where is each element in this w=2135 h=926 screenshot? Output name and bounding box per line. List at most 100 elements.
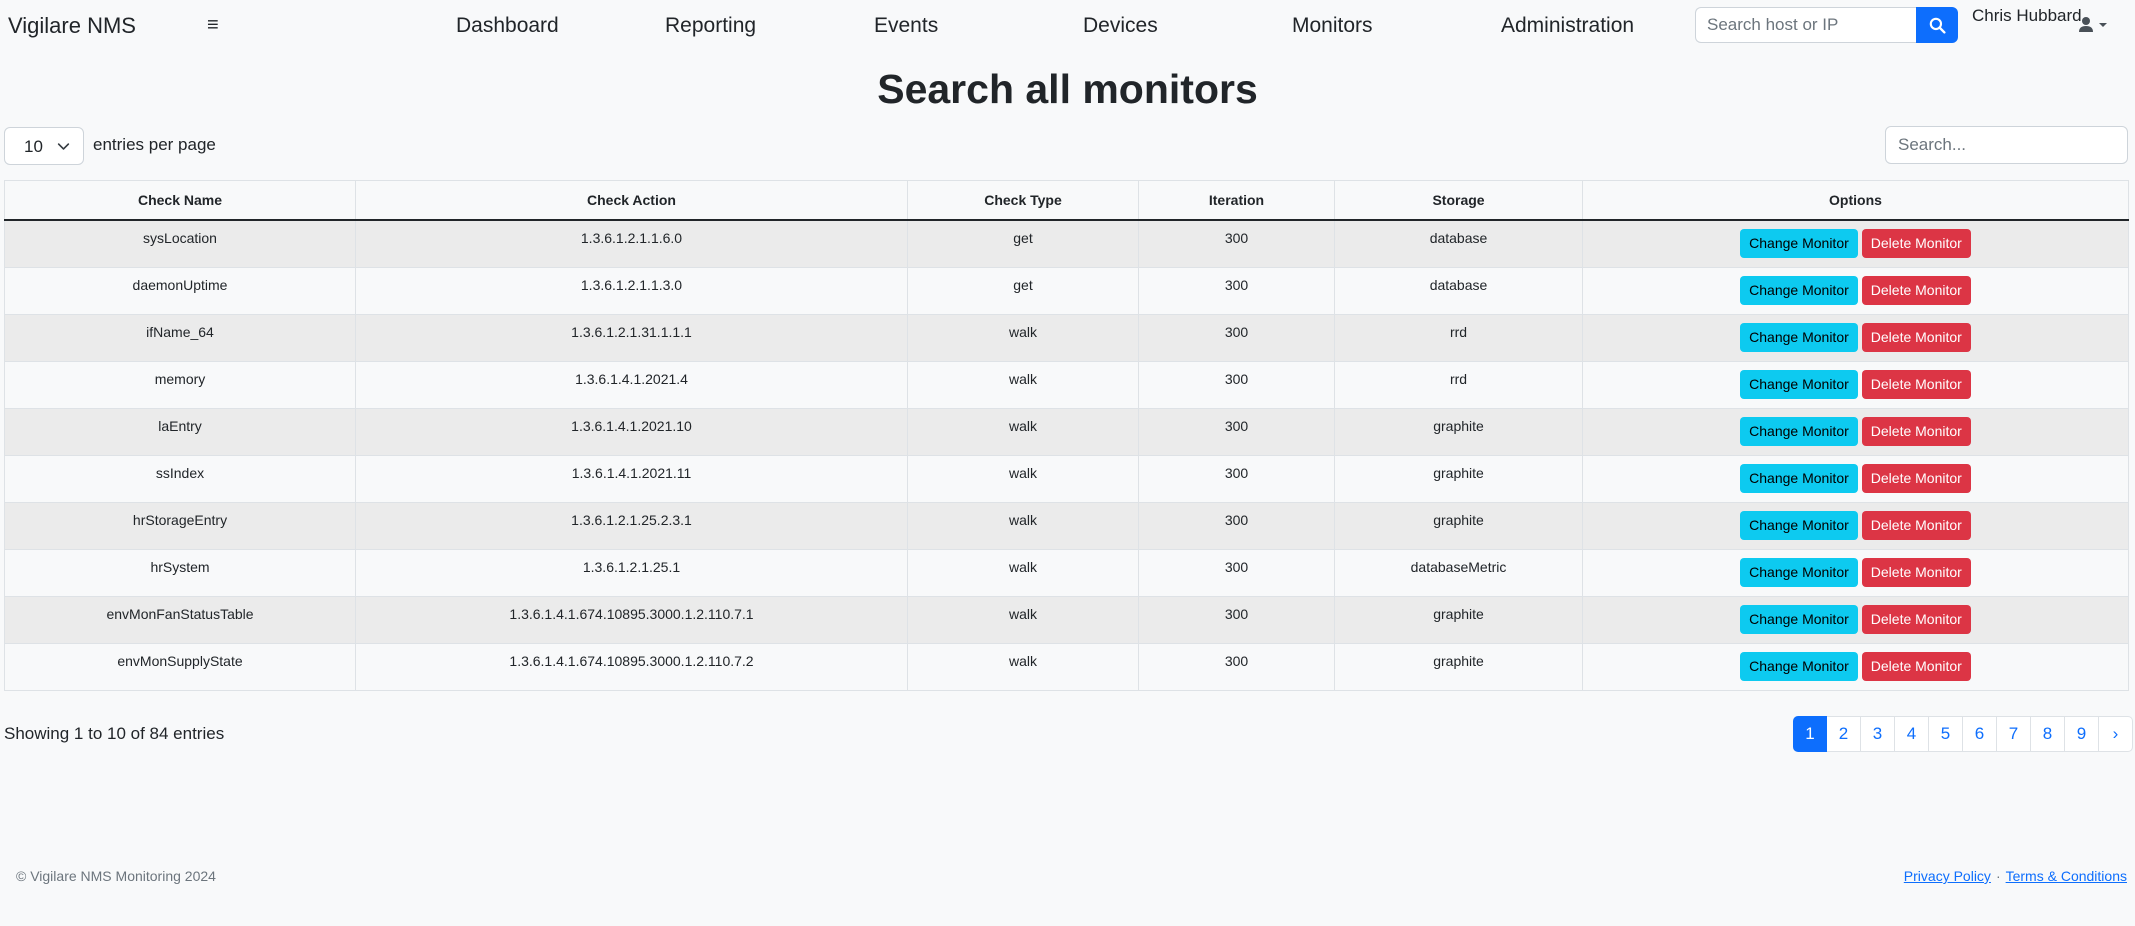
change-monitor-button[interactable]: Change Monitor — [1740, 510, 1858, 540]
column-header-check-name[interactable]: Check Name — [4, 180, 356, 221]
cell-iteration: 300 — [1138, 454, 1335, 503]
change-monitor-button[interactable]: Change Monitor — [1740, 604, 1858, 634]
cell-check-type: walk — [907, 454, 1139, 503]
cell-iteration: 300 — [1138, 548, 1335, 597]
delete-monitor-button[interactable]: Delete Monitor — [1861, 416, 1971, 446]
cell-check-action: 1.3.6.1.2.1.1.3.0 — [355, 266, 908, 315]
page-link-2[interactable]: 2 — [1827, 716, 1861, 752]
cell-options: Change Monitor Delete Monitor — [1582, 595, 2129, 644]
entries-per-page-select[interactable]: 10 — [4, 127, 84, 165]
cell-check-action: 1.3.6.1.4.1.2021.11 — [355, 454, 908, 503]
cell-check-name: hrSystem — [4, 548, 356, 597]
cell-storage: graphite — [1334, 501, 1583, 550]
cell-check-action: 1.3.6.1.2.1.25.1 — [355, 548, 908, 597]
cell-options: Change Monitor Delete Monitor — [1582, 407, 2129, 456]
delete-monitor-button[interactable]: Delete Monitor — [1861, 369, 1971, 399]
column-header-check-type[interactable]: Check Type — [907, 180, 1139, 221]
column-header-storage[interactable]: Storage — [1334, 180, 1583, 221]
cell-options: Change Monitor Delete Monitor — [1582, 266, 2129, 315]
nav-link-devices[interactable]: Devices — [1083, 14, 1158, 38]
page-link-8[interactable]: 8 — [2031, 716, 2065, 752]
cell-check-type: get — [907, 266, 1139, 315]
table-search-input[interactable] — [1885, 126, 2128, 164]
change-monitor-button[interactable]: Change Monitor — [1740, 463, 1858, 493]
terms-link[interactable]: Terms & Conditions — [2006, 868, 2127, 884]
page-next-button[interactable]: › — [2099, 716, 2133, 752]
user-menu-toggle[interactable] — [2077, 15, 2111, 37]
cell-check-name: ifName_64 — [4, 313, 356, 362]
privacy-policy-link[interactable]: Privacy Policy — [1904, 868, 1991, 884]
page-link-5[interactable]: 5 — [1929, 716, 1963, 752]
cell-iteration: 300 — [1138, 360, 1335, 409]
nav-link-monitors[interactable]: Monitors — [1292, 14, 1373, 38]
page-link-7[interactable]: 7 — [1997, 716, 2031, 752]
delete-monitor-button[interactable]: Delete Monitor — [1861, 229, 1971, 258]
cell-check-name: envMonFanStatusTable — [4, 595, 356, 644]
page-link-1[interactable]: 1 — [1793, 716, 1827, 752]
cell-options: Change Monitor Delete Monitor — [1582, 360, 2129, 409]
hamburger-icon[interactable]: ≡ — [207, 14, 219, 37]
change-monitor-button[interactable]: Change Monitor — [1740, 369, 1858, 399]
table-row: envMonSupplyState 1.3.6.1.4.1.674.10895.3… — [4, 642, 2129, 691]
column-header-options: Options — [1582, 180, 2129, 221]
brand-logo[interactable]: Vigilare NMS — [8, 13, 136, 39]
change-monitor-button[interactable]: Change Monitor — [1740, 557, 1858, 587]
table-row: hrSystem 1.3.6.1.2.1.25.1 walk 300 databaseM… — [4, 548, 2129, 597]
footer-links: Privacy Policy · Terms & Conditions — [1904, 868, 2127, 884]
cell-options: Change Monitor Delete Monitor — [1582, 642, 2129, 691]
search-icon — [1929, 17, 1946, 34]
cell-storage: graphite — [1334, 454, 1583, 503]
nav-link-events[interactable]: Events — [874, 14, 938, 38]
table-row: ifName_64 1.3.6.1.2.1.31.1.1.1 walk 300 rrd C… — [4, 313, 2129, 362]
cell-storage: database — [1334, 266, 1583, 315]
change-monitor-button[interactable]: Change Monitor — [1740, 322, 1858, 352]
delete-monitor-button[interactable]: Delete Monitor — [1861, 651, 1971, 681]
cell-check-name: sysLocation — [4, 219, 356, 268]
cell-check-name: daemonUptime — [4, 266, 356, 315]
page-title: Search all monitors — [877, 66, 1258, 112]
nav-link-administration[interactable]: Administration — [1501, 14, 1634, 38]
cell-storage: rrd — [1334, 360, 1583, 409]
table-header-row: Check Name Check Action Check Type Itera… — [4, 180, 2129, 221]
cell-check-type: get — [907, 219, 1139, 268]
cell-iteration: 300 — [1138, 501, 1335, 550]
table-row: daemonUptime 1.3.6.1.2.1.1.3.0 get 300 datab… — [4, 266, 2129, 315]
nav-link-dashboard[interactable]: Dashboard — [456, 14, 559, 38]
navbar: Vigilare NMS ≡ Dashboard Reporting Event… — [0, 0, 2135, 52]
nav-link-reporting[interactable]: Reporting — [665, 14, 756, 38]
delete-monitor-button[interactable]: Delete Monitor — [1861, 557, 1971, 587]
delete-monitor-button[interactable]: Delete Monitor — [1861, 463, 1971, 493]
page-link-6[interactable]: 6 — [1963, 716, 1997, 752]
change-monitor-button[interactable]: Change Monitor — [1740, 229, 1858, 258]
column-header-check-action[interactable]: Check Action — [355, 180, 908, 221]
host-search-button[interactable] — [1916, 7, 1958, 43]
cell-storage: database — [1334, 219, 1583, 268]
cell-iteration: 300 — [1138, 219, 1335, 268]
caret-down-icon — [2099, 23, 2107, 27]
cell-check-type: walk — [907, 548, 1139, 597]
cell-check-type: walk — [907, 501, 1139, 550]
table-row: hrStorageEntry 1.3.6.1.2.1.25.2.3.1 walk 30… — [4, 501, 2129, 550]
change-monitor-button[interactable]: Change Monitor — [1740, 416, 1858, 446]
page-link-3[interactable]: 3 — [1861, 716, 1895, 752]
table-row: laEntry 1.3.6.1.4.1.2021.10 walk 300 graphit… — [4, 407, 2129, 456]
user-name: Chris Hubbard — [1972, 6, 2082, 25]
delete-monitor-button[interactable]: Delete Monitor — [1861, 604, 1971, 634]
cell-options: Change Monitor Delete Monitor — [1582, 313, 2129, 362]
change-monitor-button[interactable]: Change Monitor — [1740, 651, 1858, 681]
cell-iteration: 300 — [1138, 313, 1335, 362]
cell-check-action: 1.3.6.1.4.1.2021.4 — [355, 360, 908, 409]
cell-check-action: 1.3.6.1.4.1.674.10895.3000.1.2.110.7.2 — [355, 642, 908, 691]
host-search-input[interactable] — [1695, 7, 1916, 43]
user-icon — [2079, 17, 2107, 32]
delete-monitor-button[interactable]: Delete Monitor — [1861, 275, 1971, 305]
delete-monitor-button[interactable]: Delete Monitor — [1861, 322, 1971, 352]
table-info: Showing 1 to 10 of 84 entries — [4, 724, 225, 743]
page-link-4[interactable]: 4 — [1895, 716, 1929, 752]
pagination: 1 2 3 4 5 6 7 8 9 › — [1793, 716, 2133, 752]
column-header-iteration[interactable]: Iteration — [1138, 180, 1335, 221]
change-monitor-button[interactable]: Change Monitor — [1740, 275, 1858, 305]
cell-storage: databaseMetric — [1334, 548, 1583, 597]
delete-monitor-button[interactable]: Delete Monitor — [1861, 510, 1971, 540]
page-link-9[interactable]: 9 — [2065, 716, 2099, 752]
